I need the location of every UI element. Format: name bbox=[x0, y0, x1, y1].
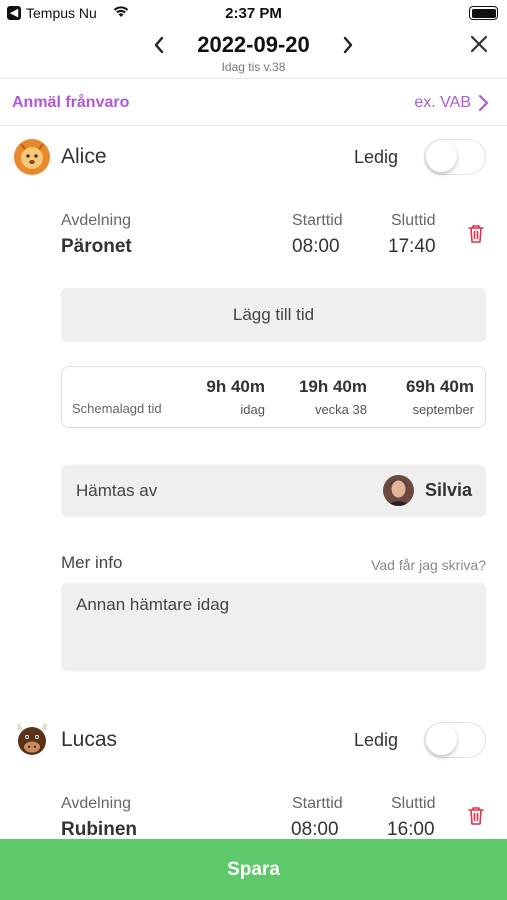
date-header: 2022-09-20 Idag tis v.38 bbox=[0, 28, 507, 79]
battery-icon bbox=[469, 6, 498, 20]
report-absence-link[interactable]: Anmäl frånvaro bbox=[12, 94, 129, 112]
pickup-person-name: Silvia bbox=[425, 480, 473, 500]
report-absence-row[interactable]: Anmäl frånvaro ex. VAB bbox=[0, 80, 507, 126]
start-time-value[interactable]: 08:00 bbox=[292, 236, 340, 258]
end-time-value[interactable]: 16:00 bbox=[387, 819, 435, 841]
scheduled-today-label: idag bbox=[240, 402, 265, 417]
pickup-selector[interactable]: Hämtas av Silvia bbox=[61, 465, 486, 517]
lion-avatar-icon bbox=[14, 139, 50, 175]
trash-icon[interactable] bbox=[467, 224, 485, 244]
scheduled-month-value: 69h 40m bbox=[405, 377, 474, 396]
start-time-label: Starttid bbox=[292, 212, 343, 229]
day-off-label: Ledig bbox=[354, 147, 399, 167]
more-info-hint-link[interactable]: Vad får jag skriva? bbox=[371, 557, 486, 573]
toggle-knob bbox=[426, 141, 457, 172]
trash-icon[interactable] bbox=[467, 806, 485, 826]
clock: 2:37 PM bbox=[225, 5, 282, 22]
scheduled-time-label: Schemalagd tid bbox=[72, 401, 162, 416]
department-label: Avdelning bbox=[61, 795, 131, 812]
end-time-value[interactable]: 17:40 bbox=[388, 236, 436, 258]
scheduled-week-label: vecka 38 bbox=[314, 402, 367, 417]
toggle-knob bbox=[426, 724, 457, 755]
status-bar: ◀ Tempus Nu 2:37 PM bbox=[0, 0, 507, 28]
department-value: Rubinen bbox=[61, 819, 137, 840]
start-time-value[interactable]: 08:00 bbox=[291, 819, 339, 841]
department-label: Avdelning bbox=[61, 212, 131, 229]
child-name: Lucas bbox=[61, 728, 118, 751]
start-time-label: Starttid bbox=[292, 795, 343, 812]
close-icon[interactable] bbox=[467, 32, 491, 56]
day-off-toggle[interactable] bbox=[424, 139, 486, 175]
date-title: 2022-09-20 bbox=[197, 32, 310, 57]
save-button[interactable]: Spara bbox=[0, 839, 507, 900]
end-time-label: Sluttid bbox=[391, 795, 436, 812]
day-off-toggle[interactable] bbox=[424, 722, 486, 758]
scheduled-time-summary: Schemalagd tid 9h 40m idag 19h 40m vecka… bbox=[61, 366, 486, 428]
day-off-label: Ledig bbox=[354, 730, 399, 750]
scheduled-month-label: september bbox=[412, 402, 474, 417]
child-name: Alice bbox=[61, 145, 107, 168]
end-time-label: Sluttid bbox=[391, 212, 436, 229]
more-info-label: Mer info bbox=[61, 553, 123, 572]
department-value: Päronet bbox=[61, 236, 132, 257]
scheduled-today-value: 9h 40m bbox=[206, 377, 265, 396]
add-time-button[interactable]: Lägg till tid bbox=[61, 288, 486, 342]
bull-avatar-icon bbox=[16, 723, 48, 755]
more-info-text[interactable]: Annan hämtare idag bbox=[76, 595, 229, 615]
pickup-label: Hämtas av bbox=[76, 481, 158, 500]
scheduled-week-value: 19h 40m bbox=[298, 377, 367, 396]
date-subtitle: Idag tis v.38 bbox=[221, 60, 286, 74]
more-info-textarea[interactable]: Annan hämtare idag bbox=[61, 583, 486, 671]
chevron-right-icon[interactable] bbox=[337, 32, 359, 58]
absence-hint[interactable]: ex. VAB bbox=[414, 94, 471, 112]
pickup-person-avatar bbox=[383, 475, 414, 506]
chevron-right-icon[interactable] bbox=[477, 93, 489, 113]
